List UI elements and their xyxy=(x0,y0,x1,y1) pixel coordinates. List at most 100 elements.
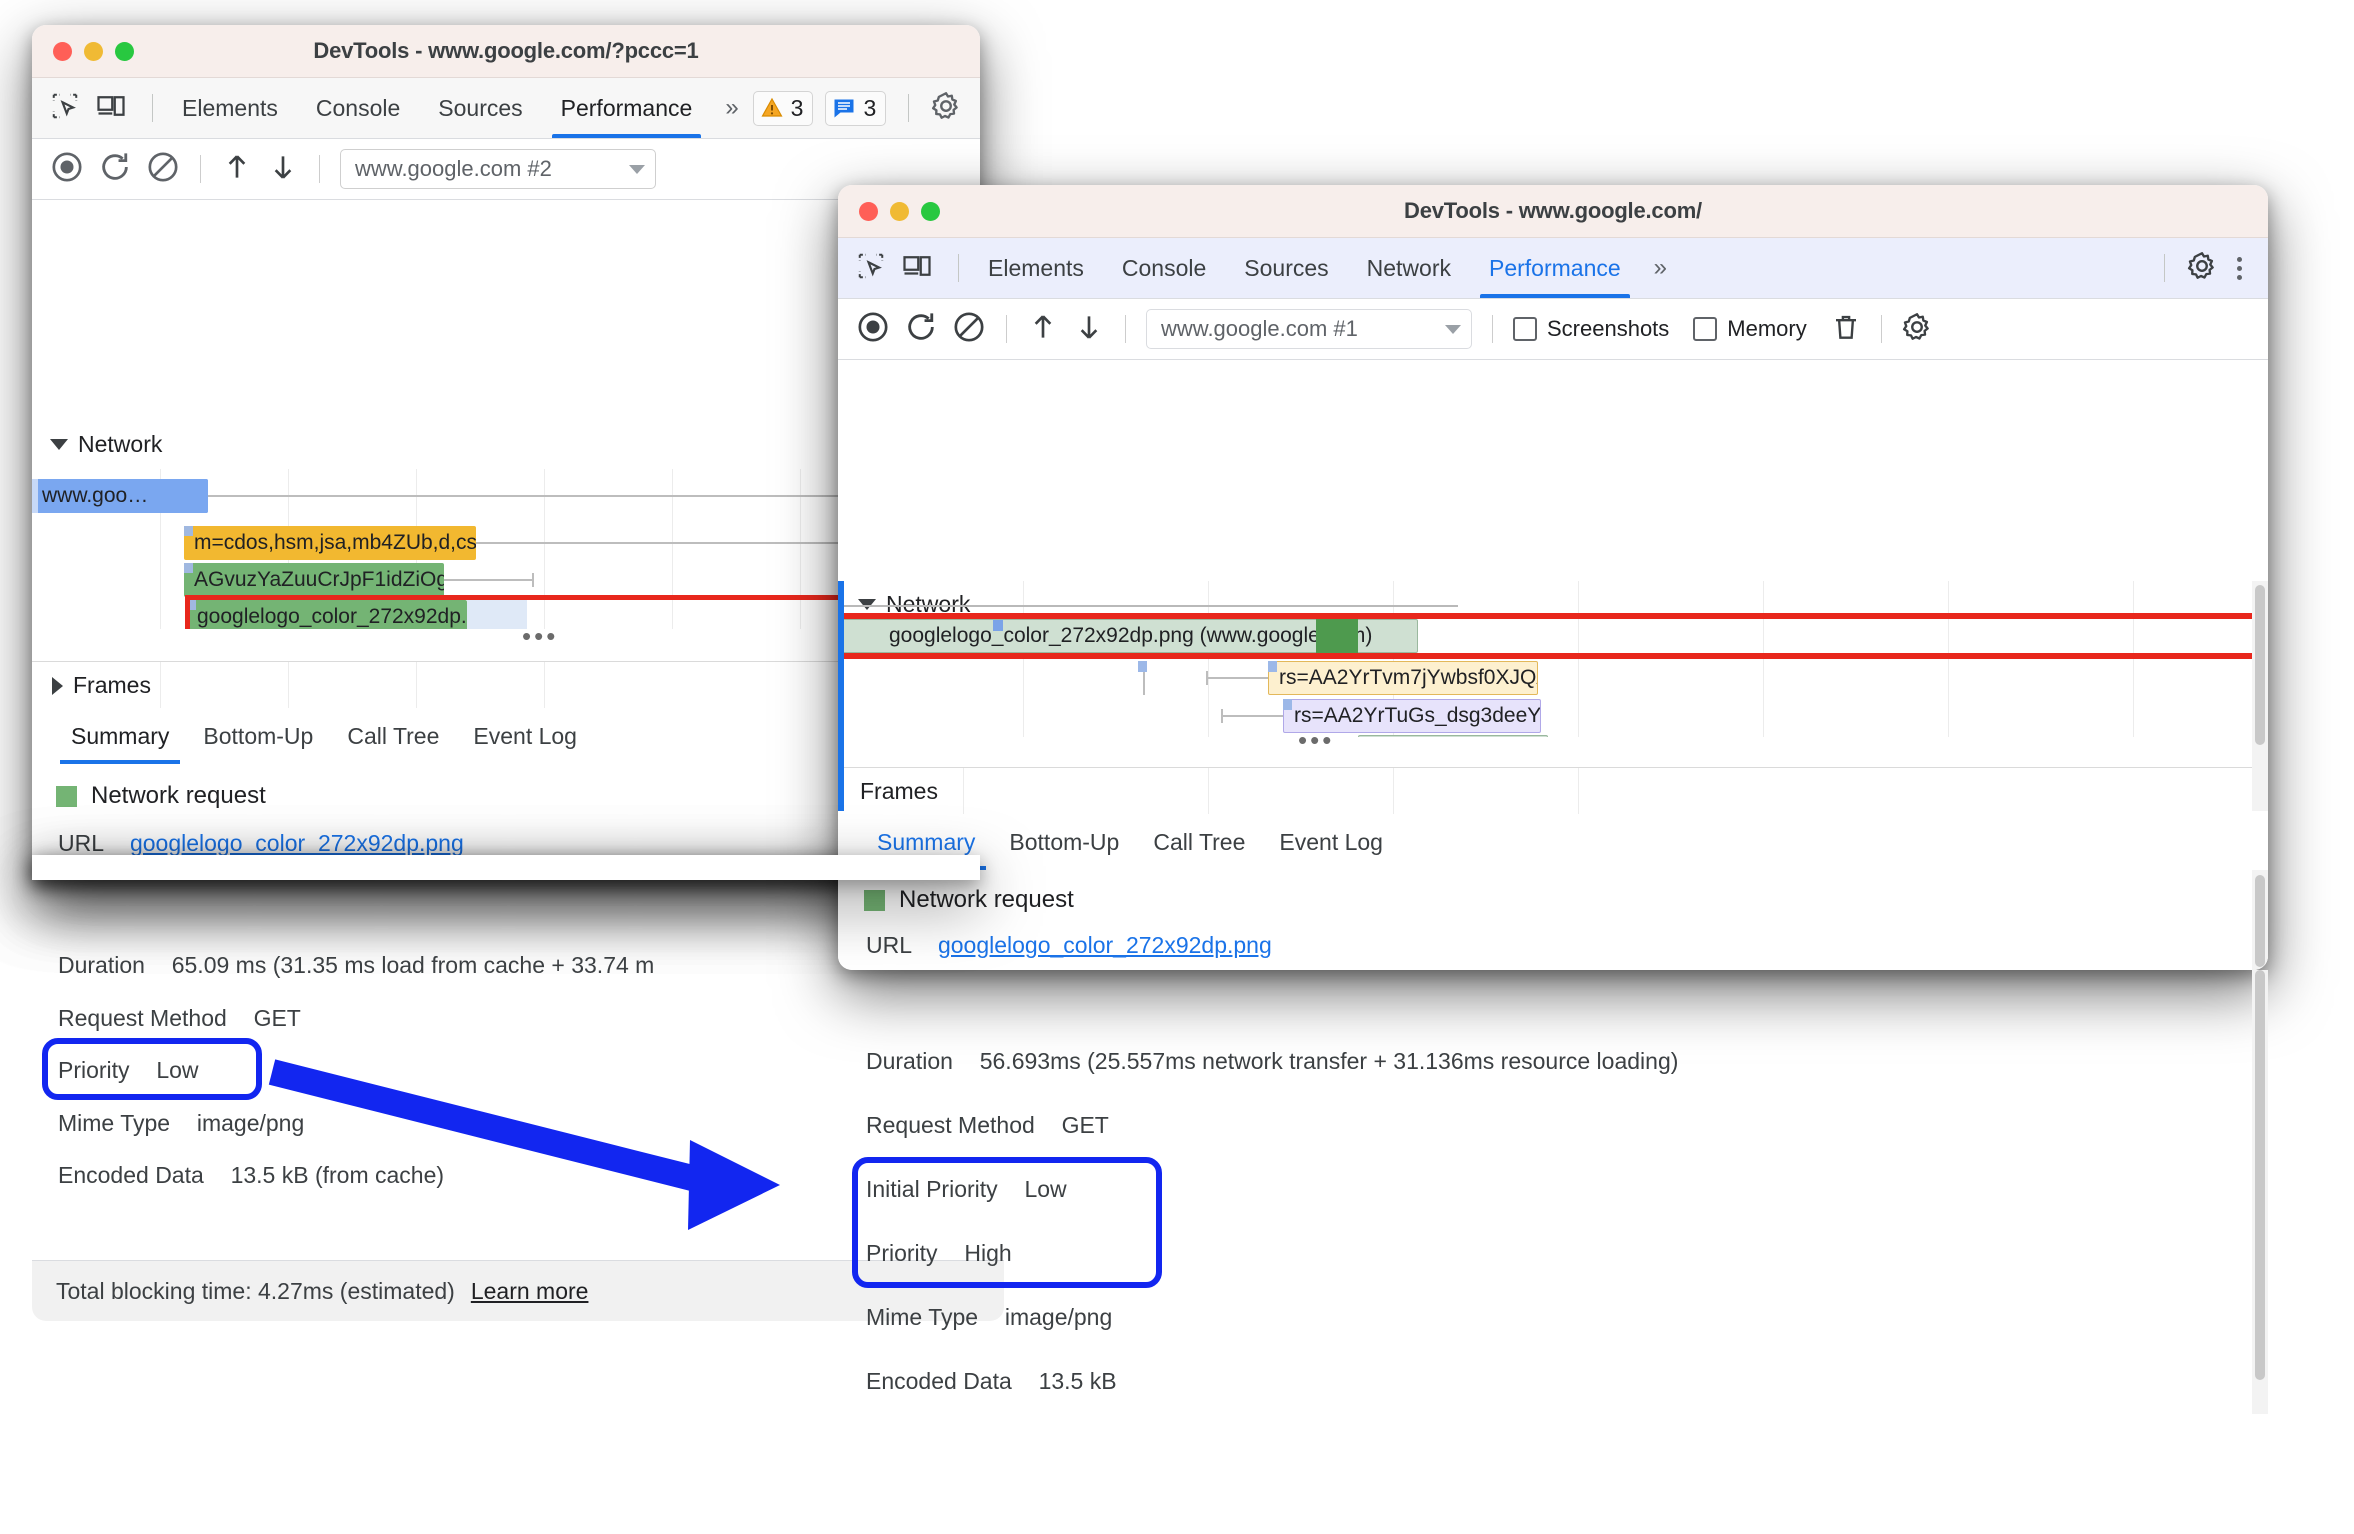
bottom-tab-bottom-up[interactable]: Bottom-Up xyxy=(992,814,1136,870)
toolbar-divider xyxy=(1006,315,1007,343)
summary-value: GET xyxy=(1061,1112,1109,1138)
screenshots-checkbox[interactable]: Screenshots xyxy=(1513,316,1669,342)
network-bar-row-selected[interactable]: googlelogo_color_272x92dp.png (w… xyxy=(187,600,467,629)
trash-icon[interactable] xyxy=(1831,312,1861,347)
collapse-triangle-icon[interactable] xyxy=(52,676,63,695)
front-devtools-tabbar[interactable]: Elements Console Sources Network Perform… xyxy=(838,238,2268,299)
front-summary-scrollbar-lower[interactable] xyxy=(2255,970,2265,1380)
frames-track-header[interactable]: Frames xyxy=(860,778,938,805)
reload-icon[interactable] xyxy=(98,150,132,189)
tabbar-right-divider xyxy=(908,94,910,122)
bottom-tab-call-tree[interactable]: Call Tree xyxy=(330,708,456,764)
more-tabs-icon[interactable]: » xyxy=(1640,238,1681,298)
frames-track-header[interactable]: Frames xyxy=(52,672,151,699)
network-track-header[interactable]: Network xyxy=(50,431,162,458)
front-flamechart-area[interactable]: Network googlelogo_color_272x92dp.png (w… xyxy=(838,581,2268,737)
tab-console[interactable]: Console xyxy=(297,78,419,138)
summary-label: Mime Type xyxy=(58,1110,171,1136)
chevron-down-icon[interactable] xyxy=(629,164,645,174)
checkbox-box[interactable] xyxy=(1693,317,1718,341)
warning-badge[interactable]: 3 xyxy=(752,90,814,126)
tabbar-divider xyxy=(958,254,959,282)
summary-label: Mime Type xyxy=(866,1304,979,1330)
warning-icon xyxy=(761,97,783,117)
front-timeline-scrollbar[interactable] xyxy=(2255,585,2265,745)
tab-elements[interactable]: Elements xyxy=(163,78,297,138)
front-summary-scrollbar[interactable] xyxy=(2255,875,2265,967)
network-bar-label: rs=AA2YrTvm7jYwbsf0XJQAav xyxy=(1279,666,1537,689)
inspect-icon[interactable] xyxy=(856,251,886,286)
session-select[interactable]: www.google.com #2 xyxy=(340,149,656,189)
front-tabbar-icons[interactable] xyxy=(838,251,969,286)
tab-network[interactable]: Network xyxy=(1348,238,1470,298)
reload-icon[interactable] xyxy=(904,310,938,349)
bottom-tab-event-log[interactable]: Event Log xyxy=(456,708,594,764)
kebab-menu-icon[interactable] xyxy=(973,97,980,120)
record-icon[interactable] xyxy=(856,310,890,349)
summary-row-url[interactable]: URL googlelogo_color_272x92dp.png xyxy=(58,830,464,857)
bottom-tab-event-log[interactable]: Event Log xyxy=(1262,814,1400,870)
front-timeline-selection-frame xyxy=(838,581,844,811)
session-select[interactable]: www.google.com #1 xyxy=(1146,309,1472,349)
upload-icon[interactable] xyxy=(1027,311,1059,348)
inspect-icon[interactable] xyxy=(50,91,80,126)
front-tabs[interactable]: Elements Console Sources Network Perform… xyxy=(969,238,1681,298)
clear-icon[interactable] xyxy=(952,310,986,349)
network-bar-row[interactable]: m=cdos,hsm,jsa,mb4ZUb,d,csi… xyxy=(184,526,476,560)
bottom-tab-summary[interactable]: Summary xyxy=(54,708,186,764)
device-toggle-icon[interactable] xyxy=(96,91,126,126)
tab-console[interactable]: Console xyxy=(1103,238,1225,298)
summary-value: GET xyxy=(253,1005,301,1031)
kebab-menu-icon[interactable] xyxy=(2229,256,2250,280)
more-tabs-icon[interactable]: » xyxy=(711,78,752,138)
download-icon[interactable] xyxy=(267,151,299,188)
front-bottom-tabs[interactable]: Summary Bottom-Up Call Tree Event Log xyxy=(838,814,2268,871)
capture-settings-gear-icon[interactable] xyxy=(1902,312,1932,347)
warning-count: 3 xyxy=(790,94,804,121)
tab-sources[interactable]: Sources xyxy=(419,78,541,138)
tab-sources[interactable]: Sources xyxy=(1225,238,1347,298)
network-bar-row[interactable]: rs=AA2YrTvm7jYwbsf0XJQAav xyxy=(1268,661,1538,695)
record-icon[interactable] xyxy=(50,150,84,189)
back-window-footer: Total blocking time: 4.27ms (estimated) … xyxy=(32,1260,1004,1321)
expand-triangle-icon[interactable] xyxy=(50,439,68,450)
front-frames-track[interactable]: Frames xyxy=(838,768,2268,814)
bottom-tab-call-tree[interactable]: Call Tree xyxy=(1136,814,1262,870)
clear-icon[interactable] xyxy=(146,150,180,189)
message-badge[interactable]: 3 xyxy=(825,90,887,126)
back-tabs[interactable]: Elements Console Sources Performance » xyxy=(163,78,753,138)
memory-checkbox[interactable]: Memory xyxy=(1693,316,1807,342)
learn-more-link[interactable]: Learn more xyxy=(471,1278,589,1305)
selection-highlight-line xyxy=(838,613,2268,619)
summary-value: Low xyxy=(1024,1176,1067,1202)
chevron-down-icon[interactable] xyxy=(1445,324,1461,334)
back-window-titlebar: DevTools - www.google.com/?pccc=1 xyxy=(32,25,980,78)
front-record-toolbar[interactable]: www.google.com #1 Screenshots Memory xyxy=(838,299,2268,360)
tab-performance[interactable]: Performance xyxy=(542,78,712,138)
selection-highlight-line xyxy=(838,653,2268,659)
upload-icon[interactable] xyxy=(221,151,253,188)
memory-label: Memory xyxy=(1727,316,1807,341)
summary-row-url[interactable]: URL googlelogo_color_272x92dp.png xyxy=(866,932,1272,959)
tab-performance[interactable]: Performance xyxy=(1470,238,1640,298)
back-summary-row-encoded: Encoded Data 13.5 kB (from cache) xyxy=(58,1162,444,1189)
summary-label: URL xyxy=(866,932,912,958)
summary-url-link[interactable]: googlelogo_color_272x92dp.png xyxy=(938,932,1272,958)
back-devtools-tabbar[interactable]: Elements Console Sources Performance » 3 xyxy=(32,78,980,139)
network-bar-row[interactable]: AGvuzYaZuuCrJpF1idZiOgh… xyxy=(184,563,444,597)
back-tabbar-icons[interactable] xyxy=(32,91,163,126)
gear-icon[interactable] xyxy=(2187,251,2217,286)
summary-url-link[interactable]: googlelogo_color_272x92dp.png xyxy=(130,830,464,856)
front-tabbar-right[interactable] xyxy=(2154,251,2268,286)
back-tabbar-right[interactable]: 3 3 xyxy=(752,90,980,126)
device-toggle-icon[interactable] xyxy=(902,251,932,286)
gear-icon[interactable] xyxy=(931,91,961,126)
session-value: www.google.com #2 xyxy=(355,156,552,181)
download-icon[interactable] xyxy=(1073,311,1105,348)
checkbox-box[interactable] xyxy=(1513,317,1537,341)
bottom-tab-bottom-up[interactable]: Bottom-Up xyxy=(186,708,330,764)
devtools-window-front[interactable]: DevTools - www.google.com/ Elements Cons xyxy=(838,185,2268,970)
front-summary-row-priority: Priority High xyxy=(866,1240,1012,1267)
tab-elements[interactable]: Elements xyxy=(969,238,1103,298)
summary-label: URL xyxy=(58,830,104,856)
